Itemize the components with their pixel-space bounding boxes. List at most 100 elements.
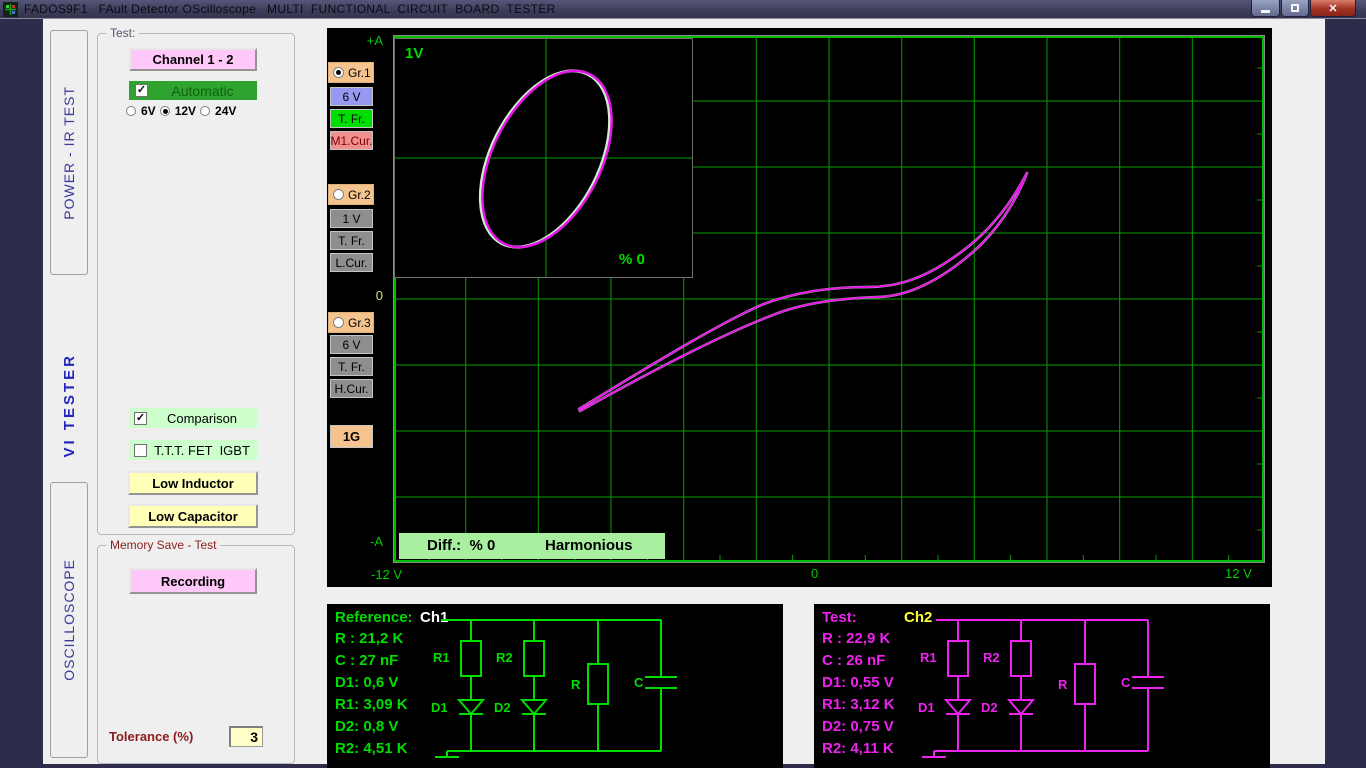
gr3-current-label: H.Cur. (334, 382, 368, 396)
diff-status-bar: Diff.: % 0 Harmonious (399, 533, 665, 559)
automatic-checkbox-row[interactable]: ✓ Automatic (129, 81, 257, 100)
tab-vi-tester-label: VI TESTER (61, 353, 78, 458)
gr1-current-label: M1.Cur. (331, 134, 373, 148)
gr1-radio-row[interactable]: Gr.1 (328, 62, 374, 83)
radio-6v[interactable] (126, 106, 136, 116)
gr2-volt-button[interactable]: 1 V (330, 209, 373, 228)
ref-d1-label: D1 (431, 700, 448, 715)
x-axis-left-label: -12 V (371, 567, 402, 582)
tab-power-ir-test[interactable]: POWER - IR TEST (50, 30, 88, 275)
reference-circuit-diagram (327, 604, 783, 768)
gr3-volt-label: 6 V (342, 338, 360, 352)
ttt-fet-igbt-label: T.T.T. FET IGBT (147, 443, 257, 458)
test-r2-label: R2 (983, 650, 1000, 665)
test-d1-label: D1 (918, 700, 935, 715)
radio-6v-label: 6V (141, 104, 156, 118)
test-panel: Test: Ch2 R : 22,9 K C : 26 nF D1: 0,55 … (814, 604, 1270, 768)
recording-button[interactable]: Recording (129, 568, 257, 594)
automatic-checkbox[interactable]: ✓ (135, 84, 148, 97)
y-axis-bottom-label: -A (347, 534, 383, 549)
gr1-tfr-label: T. Fr. (338, 112, 365, 126)
low-inductor-label: Low Inductor (152, 476, 234, 491)
gain-1g-button[interactable]: 1G (330, 425, 373, 448)
close-icon: ✕ (1328, 2, 1337, 15)
tolerance-input[interactable]: 3 (229, 726, 263, 747)
ref-r1-label: R1 (433, 650, 450, 665)
y-axis-top-label: +A (347, 33, 383, 48)
ttt-fet-igbt-checkbox[interactable] (134, 444, 147, 457)
app-icon (3, 2, 18, 17)
recording-label: Recording (161, 574, 225, 589)
application-window: FADOS9F1 FAult Detector OScilloscope MUL… (0, 0, 1366, 768)
test-group: Test: Channel 1 - 2 ✓ Automatic 6V 12V 2… (97, 33, 295, 535)
voltage-radio-row: 6V 12V 24V (126, 104, 276, 118)
check-icon: ✓ (137, 85, 146, 96)
inset-diff-label: % 0 (619, 251, 645, 268)
test-circuit-diagram (814, 604, 1270, 768)
low-inductor-button[interactable]: Low Inductor (128, 471, 258, 495)
gr3-current-button[interactable]: H.Cur. (330, 379, 373, 398)
right-frame-strip (1325, 19, 1366, 768)
gr3-radio[interactable] (333, 317, 344, 328)
test-r1-label: R1 (920, 650, 937, 665)
reference-panel: Reference: Ch1 R : 21,2 K C : 27 nF D1: … (327, 604, 783, 768)
channel-1-2-label: Channel 1 - 2 (153, 52, 234, 67)
gr3-tfr-button[interactable]: T. Fr. (330, 357, 373, 376)
window-title: FADOS9F1 FAult Detector OScilloscope MUL… (24, 2, 556, 16)
tab-power-ir-test-label: POWER - IR TEST (61, 86, 77, 220)
memory-save-group-label: Memory Save - Test (106, 538, 220, 552)
check-icon: ✓ (136, 413, 145, 424)
gr3-label: Gr.3 (348, 316, 371, 330)
minimize-icon (1261, 10, 1270, 13)
gr1-tfr-button[interactable]: T. Fr. (330, 109, 373, 128)
gain-1g-label: 1G (343, 429, 360, 444)
radio-24v[interactable] (200, 106, 210, 116)
memory-save-group: Memory Save - Test Recording Tolerance (… (97, 545, 295, 764)
gr1-volt-label: 6 V (342, 90, 360, 104)
ttt-fet-igbt-checkbox-row[interactable]: T.T.T. FET IGBT (129, 440, 257, 460)
tab-vi-tester[interactable]: VI TESTER (50, 330, 88, 480)
result-value: Harmonious (545, 537, 633, 554)
ref-d2-label: D2 (494, 700, 511, 715)
tab-oscilloscope-label: OSCILLOSCOPE (61, 559, 77, 681)
close-button[interactable]: ✕ (1310, 0, 1356, 17)
gr1-volt-button[interactable]: 6 V (330, 87, 373, 106)
x-axis-zero-label: 0 (811, 566, 818, 581)
radio-12v-label: 12V (175, 104, 196, 118)
gr2-volt-label: 1 V (342, 212, 360, 226)
gr2-radio[interactable] (333, 189, 344, 200)
gr3-tfr-label: T. Fr. (338, 360, 365, 374)
restore-icon (1291, 4, 1299, 12)
minimize-button[interactable] (1251, 0, 1280, 17)
gr3-radio-row[interactable]: Gr.3 (328, 312, 374, 333)
gr2-tfr-button[interactable]: T. Fr. (330, 231, 373, 250)
comparison-checkbox-row[interactable]: ✓ Comparison (129, 408, 257, 428)
gr2-radio-row[interactable]: Gr.2 (328, 184, 374, 205)
inset-scale-label: 1V (405, 45, 423, 62)
radio-24v-label: 24V (215, 104, 236, 118)
low-capacitor-button[interactable]: Low Capacitor (128, 504, 258, 528)
gr3-volt-button[interactable]: 6 V (330, 335, 373, 354)
comparison-checkbox[interactable]: ✓ (134, 412, 147, 425)
test-r-label: R (1058, 677, 1067, 692)
channel-1-2-button[interactable]: Channel 1 - 2 (129, 48, 257, 71)
tab-oscilloscope[interactable]: OSCILLOSCOPE (50, 482, 88, 758)
automatic-label: Automatic (148, 83, 257, 99)
gr1-radio[interactable] (333, 67, 344, 78)
gr2-current-button[interactable]: L.Cur. (330, 253, 373, 272)
restore-button[interactable] (1281, 0, 1309, 17)
gr2-current-label: L.Cur. (335, 256, 367, 270)
y-axis-zero-label: 0 (347, 288, 383, 303)
inset-graph (395, 39, 692, 277)
title-bar: FADOS9F1 FAult Detector OScilloscope MUL… (0, 0, 1366, 19)
gr2-tfr-label: T. Fr. (338, 234, 365, 248)
gr1-label: Gr.1 (348, 66, 371, 80)
ref-r2-label: R2 (496, 650, 513, 665)
x-axis-right-label: 12 V (1225, 566, 1252, 581)
ref-c-label: C (634, 675, 643, 690)
gr1-current-button[interactable]: M1.Cur. (330, 131, 373, 150)
radio-12v[interactable] (160, 106, 170, 116)
comparison-label: Comparison (147, 411, 257, 426)
diff-value: Diff.: % 0 (427, 537, 495, 554)
low-capacitor-label: Low Capacitor (148, 509, 238, 524)
